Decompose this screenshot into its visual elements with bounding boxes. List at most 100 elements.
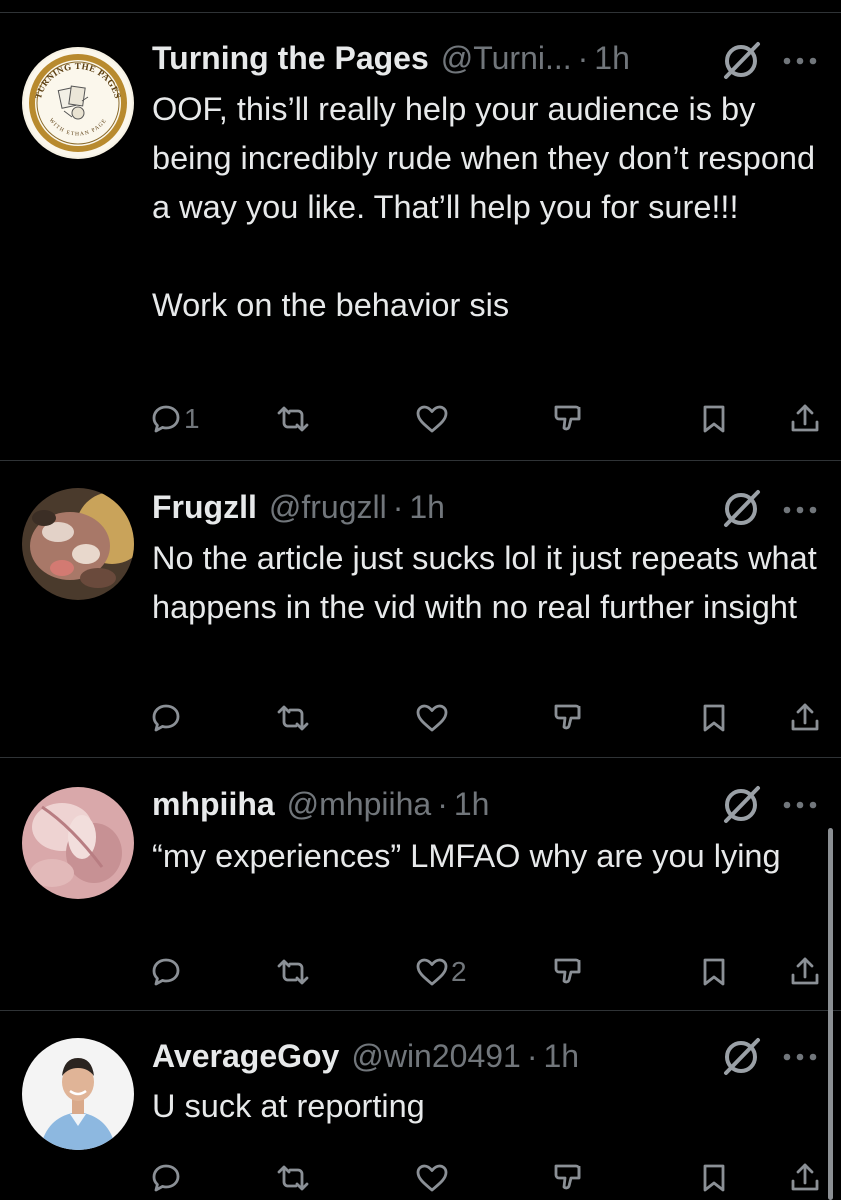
more-icon[interactable]: [782, 1052, 818, 1062]
avatar[interactable]: TURNING THE PAGES WITH ETHAN PAGE: [22, 47, 134, 159]
dislike-button[interactable]: [552, 952, 584, 992]
dislike-icon: [554, 405, 581, 431]
like-icon: [416, 405, 448, 433]
retweet-icon: [277, 959, 309, 985]
author-name[interactable]: AverageGoy: [152, 1034, 339, 1078]
dislike-icon: [554, 958, 581, 984]
more-icon[interactable]: [782, 56, 818, 66]
dislike-icon: [554, 1164, 581, 1190]
author-handle[interactable]: @Turni...: [441, 36, 572, 80]
grok-icon[interactable]: [718, 1034, 764, 1080]
tweet[interactable]: mhpiiha @mhpiiha · 1h “my experiences” L…: [0, 757, 841, 1010]
timestamp[interactable]: 1h: [594, 36, 630, 80]
retweet-icon: [277, 705, 309, 731]
like-button[interactable]: [415, 399, 451, 439]
timestamp[interactable]: 1h: [454, 782, 490, 826]
reply-button[interactable]: [150, 952, 184, 992]
like-button[interactable]: [415, 1158, 451, 1198]
share-button[interactable]: [789, 952, 821, 992]
tweet-actions: 2: [0, 952, 841, 992]
avatar[interactable]: [22, 1038, 134, 1150]
bookmark-icon: [703, 1164, 725, 1192]
share-button[interactable]: [789, 698, 821, 738]
bookmark-button[interactable]: [700, 698, 728, 738]
retweet-icon: [277, 1165, 309, 1191]
bookmark-button[interactable]: [700, 399, 728, 439]
separator-dot: ·: [526, 1038, 538, 1074]
dislike-button[interactable]: [552, 399, 584, 439]
tweet-actions: [0, 698, 841, 738]
share-icon: [791, 404, 819, 432]
avatar-image: [22, 488, 134, 600]
like-icon: [416, 704, 448, 732]
bookmark-icon: [703, 704, 725, 732]
grok-icon[interactable]: [718, 38, 764, 84]
reply-button[interactable]: [150, 698, 184, 738]
tweet-header: AverageGoy @win20491 · 1h: [152, 1034, 579, 1078]
avatar-image: [22, 787, 134, 899]
separator-dot: ·: [392, 489, 404, 525]
retweet-button[interactable]: [275, 952, 311, 992]
reply-icon: [152, 1164, 180, 1192]
reply-button[interactable]: 1: [150, 399, 200, 439]
tweet-text: OOF, this’ll really help your audience i…: [152, 91, 816, 323]
tweet-actions: [0, 1158, 841, 1198]
retweet-icon: [277, 406, 309, 432]
reply-button[interactable]: [150, 1158, 184, 1198]
reply-count: 1: [184, 403, 200, 434]
more-icon[interactable]: [782, 800, 818, 810]
like-count: 2: [451, 956, 467, 987]
share-icon: [791, 1163, 819, 1191]
share-button[interactable]: [789, 1158, 821, 1198]
avatar-image: [22, 1038, 134, 1150]
like-icon: [416, 1164, 448, 1192]
more-icon[interactable]: [782, 505, 818, 515]
grok-icon[interactable]: [718, 782, 764, 828]
like-button[interactable]: 2: [415, 952, 467, 992]
tweet-header: Turning the Pages @Turni... · 1h: [152, 36, 630, 80]
scrollbar[interactable]: [828, 828, 833, 1200]
bookmark-button[interactable]: [700, 1158, 728, 1198]
author-handle[interactable]: @mhpiiha: [287, 782, 432, 826]
tweet-text: No the article just sucks lol it just re…: [152, 540, 817, 625]
author-name[interactable]: Turning the Pages: [152, 36, 429, 80]
bookmark-button[interactable]: [700, 952, 728, 992]
separator-dot: ·: [577, 40, 589, 76]
timestamp[interactable]: 1h: [543, 1034, 579, 1078]
tweet[interactable]: AverageGoy @win20491 · 1h U suck at repo…: [0, 1010, 841, 1200]
tweet-text: U suck at reporting: [152, 1088, 425, 1124]
share-icon: [791, 703, 819, 731]
share-icon: [791, 957, 819, 985]
dislike-button[interactable]: [552, 1158, 584, 1198]
like-icon: [416, 958, 448, 986]
like-button[interactable]: [415, 698, 451, 738]
tweet-header: mhpiiha @mhpiiha · 1h: [152, 782, 489, 826]
author-handle[interactable]: @win20491: [351, 1034, 520, 1078]
dislike-icon: [554, 704, 581, 730]
bookmark-icon: [703, 958, 725, 986]
tweet[interactable]: TURNING THE PAGES WITH ETHAN PAGE Turnin…: [0, 0, 841, 460]
dislike-button[interactable]: [552, 698, 584, 738]
separator-dot: ·: [437, 786, 448, 822]
author-name[interactable]: mhpiiha: [152, 782, 275, 826]
avatar[interactable]: [22, 488, 134, 600]
avatar[interactable]: [22, 787, 134, 899]
author-name[interactable]: Frugzll: [152, 485, 257, 529]
tweet-actions: 1: [0, 399, 841, 439]
tweet-text: “my experiences” LMFAO why are you lying: [152, 838, 781, 874]
retweet-button[interactable]: [275, 1158, 311, 1198]
tweet-header: Frugzll @frugzll · 1h: [152, 485, 445, 529]
reply-icon: [152, 704, 180, 732]
author-handle[interactable]: @frugzll: [269, 485, 387, 529]
reply-icon: [152, 958, 180, 986]
reply-feed: TURNING THE PAGES WITH ETHAN PAGE Turnin…: [0, 0, 841, 1200]
bookmark-icon: [703, 405, 725, 433]
grok-icon[interactable]: [718, 486, 764, 532]
reply-icon: [152, 405, 180, 433]
retweet-button[interactable]: [275, 698, 311, 738]
timestamp[interactable]: 1h: [409, 485, 445, 529]
retweet-button[interactable]: [275, 399, 311, 439]
share-button[interactable]: [789, 399, 821, 439]
turning-the-pages-logo: TURNING THE PAGES WITH ETHAN PAGE: [24, 49, 132, 157]
tweet[interactable]: Frugzll @frugzll · 1h No the article jus…: [0, 460, 841, 757]
